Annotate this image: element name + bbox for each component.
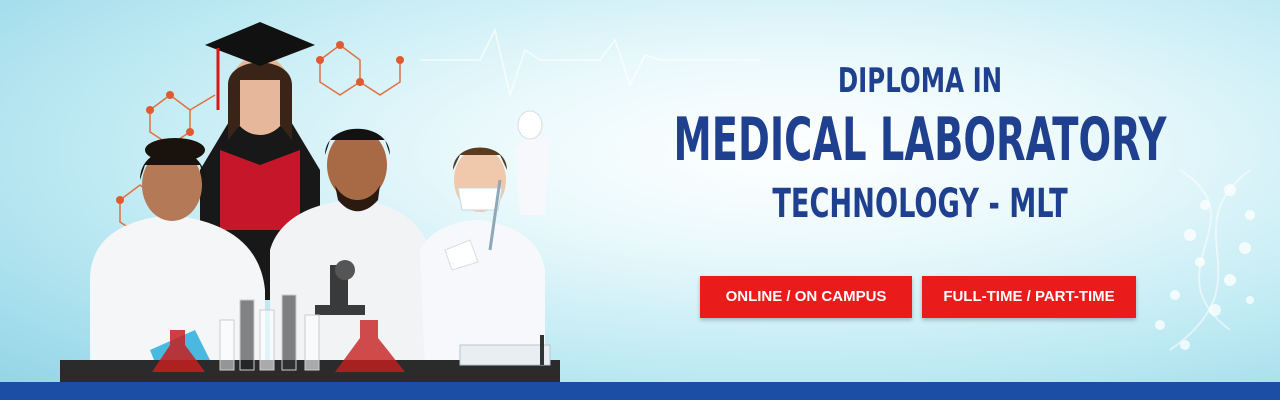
graduation-cap-icon	[205, 22, 315, 66]
students-photo	[60, 22, 560, 382]
title-line-technology: TECHNOLOGY - MLT	[772, 181, 1068, 227]
title-line-program: MEDICAL LABORATORY	[673, 105, 1167, 175]
masked-technician	[420, 110, 550, 370]
fulltime-parttime-badge[interactable]: FULL-TIME / PART-TIME	[922, 276, 1136, 318]
title-line-diploma: DIPLOMA IN	[837, 61, 1003, 101]
course-title: DIPLOMA IN MEDICAL LABORATORY TECHNOLOGY…	[640, 60, 1200, 224]
bottom-bar	[0, 382, 1280, 400]
online-campus-badge[interactable]: ONLINE / ON CAMPUS	[700, 276, 912, 318]
mode-badges: ONLINE / ON CAMPUS FULL-TIME / PART-TIME	[700, 276, 1136, 318]
course-banner: DIPLOMA IN MEDICAL LABORATORY TECHNOLOGY…	[0, 0, 1280, 400]
